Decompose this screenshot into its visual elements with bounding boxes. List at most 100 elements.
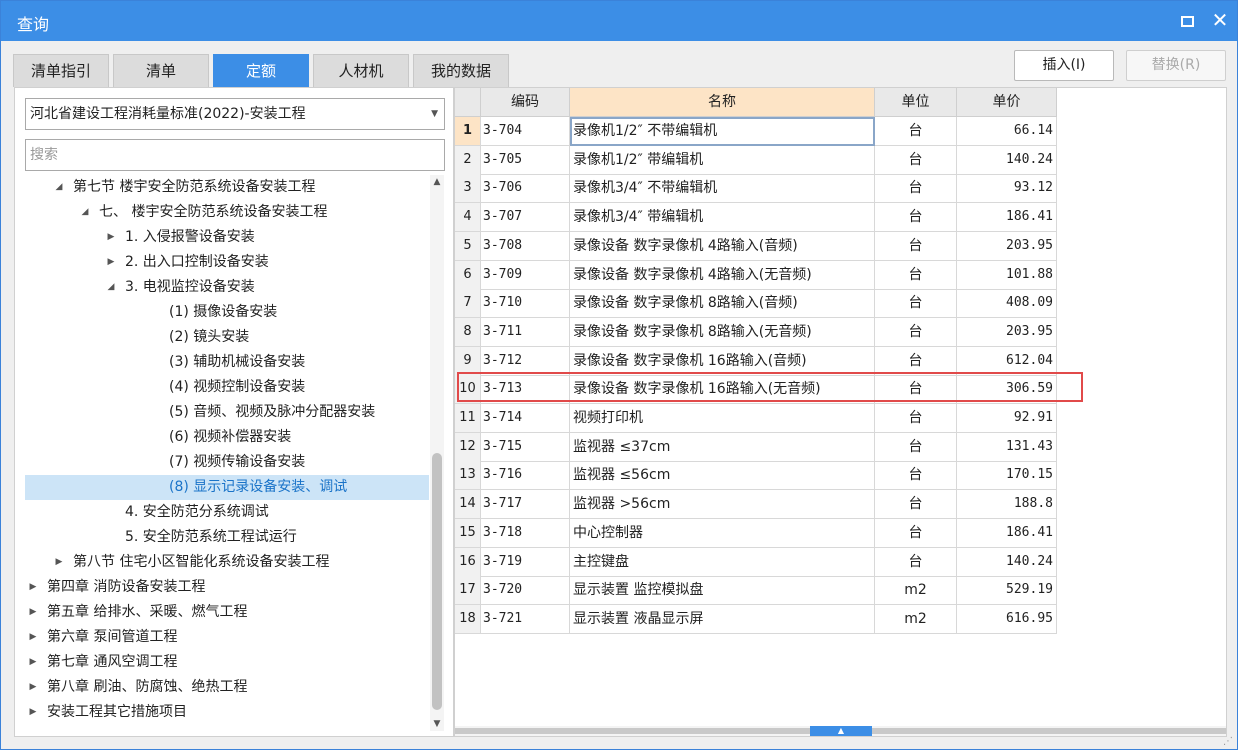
price-cell[interactable]: 612.04: [957, 346, 1057, 376]
expand-arrow-icon[interactable]: ▶: [27, 700, 39, 725]
table-row[interactable]: 5 3-708 录像设备 数字录像机 4路输入(音频) 台 203.95: [455, 231, 1057, 261]
chevron-down-icon[interactable]: ▼: [431, 99, 438, 129]
table-row[interactable]: 2 3-705 录像机1/2″ 带编辑机台 140.24: [455, 145, 1057, 175]
expand-arrow-icon[interactable]: ▶: [53, 550, 65, 575]
collapse-arrow-icon[interactable]: ◢: [105, 275, 117, 300]
row-number-cell[interactable]: 1: [455, 117, 481, 146]
unit-cell[interactable]: 台: [875, 346, 957, 376]
tree-node[interactable]: (5) 音频、视频及脉冲分配器安装: [25, 400, 429, 425]
row-number-cell[interactable]: 6: [455, 260, 481, 290]
row-number-cell[interactable]: 8: [455, 317, 481, 347]
collapse-arrow-icon[interactable]: ◢: [79, 200, 91, 225]
row-number-cell[interactable]: 18: [455, 604, 481, 634]
tree-node[interactable]: ▶ 2. 出入口控制设备安装: [25, 250, 429, 275]
table-row[interactable]: 8 3-711 录像设备 数字录像机 8路输入(无音频) 台 203.95: [455, 317, 1057, 347]
code-cell[interactable]: 3-719: [481, 547, 570, 577]
tree-node[interactable]: (8) 显示记录设备安装、调试: [25, 475, 429, 500]
row-number-cell[interactable]: 7: [455, 289, 481, 319]
code-cell[interactable]: 3-706: [481, 174, 570, 204]
code-cell[interactable]: 3-721: [481, 604, 570, 634]
table-row[interactable]: 10 3-713 录像设备 数字录像机 16路输入(无音频) 台 306.59: [455, 375, 1057, 405]
tree-node[interactable]: ◢ 七、 楼宇安全防范系统设备安装工程: [25, 200, 429, 225]
code-cell[interactable]: 3-710: [481, 289, 570, 319]
title-bar[interactable]: 查询 ✕: [1, 1, 1237, 41]
price-cell[interactable]: 203.95: [957, 231, 1057, 261]
table-row[interactable]: 17 3-720 显示装置 监控模拟盘 m2 529.19: [455, 576, 1057, 606]
column-header-code[interactable]: 编码: [481, 88, 570, 117]
close-icon[interactable]: ✕: [1209, 8, 1231, 32]
price-cell[interactable]: 529.19: [957, 576, 1057, 606]
table-row[interactable]: 12 3-715 监视器 ≤37cm 台 131.43: [455, 432, 1057, 462]
row-number-cell[interactable]: 10: [455, 375, 481, 405]
tree-node[interactable]: 5. 安全防范系统工程试运行: [25, 525, 429, 550]
price-cell[interactable]: 186.41: [957, 518, 1057, 548]
row-number-cell[interactable]: 17: [455, 576, 481, 606]
row-number-cell[interactable]: 4: [455, 203, 481, 233]
library-select[interactable]: 河北省建设工程消耗量标准(2022)-安装工程 ▼: [25, 98, 445, 130]
table-row[interactable]: 4 3-707 录像机3/4″ 带编辑机台 186.41: [455, 203, 1057, 233]
unit-cell[interactable]: 台: [875, 117, 957, 146]
code-cell[interactable]: 3-708: [481, 231, 570, 261]
column-header-price[interactable]: 单价: [957, 88, 1057, 117]
row-number-cell[interactable]: 12: [455, 432, 481, 462]
tree-node[interactable]: ◢ 第七节 楼宇安全防范系统设备安装工程: [25, 175, 429, 200]
price-cell[interactable]: 101.88: [957, 260, 1057, 290]
table-row[interactable]: 6 3-709 录像设备 数字录像机 4路输入(无音频) 台 101.88: [455, 260, 1057, 290]
unit-cell[interactable]: 台: [875, 174, 957, 204]
name-cell[interactable]: 录像设备 数字录像机 16路输入(无音频): [570, 375, 875, 405]
price-cell[interactable]: 188.8: [957, 490, 1057, 520]
scroll-up-icon[interactable]: ▲: [430, 175, 444, 189]
price-cell[interactable]: 186.41: [957, 203, 1057, 233]
unit-cell[interactable]: 台: [875, 547, 957, 577]
name-cell[interactable]: 录像设备 数字录像机 8路输入(无音频): [570, 317, 875, 347]
tree-node[interactable]: ▶ 第四章 消防设备安装工程: [25, 575, 429, 600]
code-cell[interactable]: 3-704: [481, 117, 570, 146]
unit-cell[interactable]: 台: [875, 404, 957, 433]
name-cell[interactable]: 监视器 ≤37cm: [570, 432, 875, 462]
name-cell[interactable]: 主控键盘: [570, 547, 875, 577]
tree-node[interactable]: 4. 安全防范分系统调试: [25, 500, 429, 525]
price-cell[interactable]: 66.14: [957, 117, 1057, 146]
row-number-cell[interactable]: 14: [455, 490, 481, 520]
code-cell[interactable]: 3-715: [481, 432, 570, 462]
collapse-arrow-icon[interactable]: ▲: [810, 726, 872, 736]
tree-node[interactable]: (1) 摄像设备安装: [25, 300, 429, 325]
name-cell[interactable]: 中心控制器: [570, 518, 875, 548]
name-cell[interactable]: 录像机1/2″ 带编辑机: [570, 145, 875, 175]
expand-arrow-icon[interactable]: ▶: [27, 625, 39, 650]
table-row[interactable]: 16 3-719 主控键盘台 140.24: [455, 547, 1057, 577]
unit-cell[interactable]: 台: [875, 231, 957, 261]
tab-bill[interactable]: 清单: [113, 54, 209, 87]
unit-cell[interactable]: m2: [875, 604, 957, 634]
row-number-cell[interactable]: 16: [455, 547, 481, 577]
tree-node[interactable]: (7) 视频传输设备安装: [25, 450, 429, 475]
price-cell[interactable]: 93.12: [957, 174, 1057, 204]
scrollbar-thumb[interactable]: [432, 453, 442, 710]
row-number-cell[interactable]: 2: [455, 145, 481, 175]
unit-cell[interactable]: 台: [875, 317, 957, 347]
unit-cell[interactable]: 台: [875, 375, 957, 405]
replace-button[interactable]: 替换(R): [1126, 50, 1226, 81]
tab-my-data[interactable]: 我的数据: [413, 54, 509, 87]
tree-node[interactable]: (6) 视频补偿器安装: [25, 425, 429, 450]
table-row[interactable]: 14 3-717 监视器 >56cm 台 188.8: [455, 490, 1057, 520]
tree-node[interactable]: ▶ 第六章 泵间管道工程: [25, 625, 429, 650]
horizontal-scrollbar[interactable]: ▲: [455, 726, 1226, 736]
unit-cell[interactable]: 台: [875, 490, 957, 520]
price-cell[interactable]: 408.09: [957, 289, 1057, 319]
price-cell[interactable]: 306.59: [957, 375, 1057, 405]
price-cell[interactable]: 140.24: [957, 145, 1057, 175]
tree-node[interactable]: ▶ 第五章 给排水、采暖、燃气工程: [25, 600, 429, 625]
resize-grip-icon[interactable]: ⋰: [1223, 736, 1233, 747]
table-row[interactable]: 13 3-716 监视器 ≤56cm 台 170.15: [455, 461, 1057, 491]
expand-arrow-icon[interactable]: ▶: [27, 575, 39, 600]
name-cell[interactable]: 录像设备 数字录像机 16路输入(音频): [570, 346, 875, 376]
name-cell[interactable]: 视频打印机: [570, 404, 875, 433]
unit-cell[interactable]: 台: [875, 289, 957, 319]
column-header-unit[interactable]: 单位: [875, 88, 957, 117]
expand-arrow-icon[interactable]: ▶: [27, 675, 39, 700]
name-cell[interactable]: 录像设备 数字录像机 4路输入(音频): [570, 231, 875, 261]
code-cell[interactable]: 3-712: [481, 346, 570, 376]
expand-arrow-icon[interactable]: ▶: [27, 650, 39, 675]
name-cell[interactable]: 录像机3/4″ 不带编辑机: [570, 174, 875, 204]
